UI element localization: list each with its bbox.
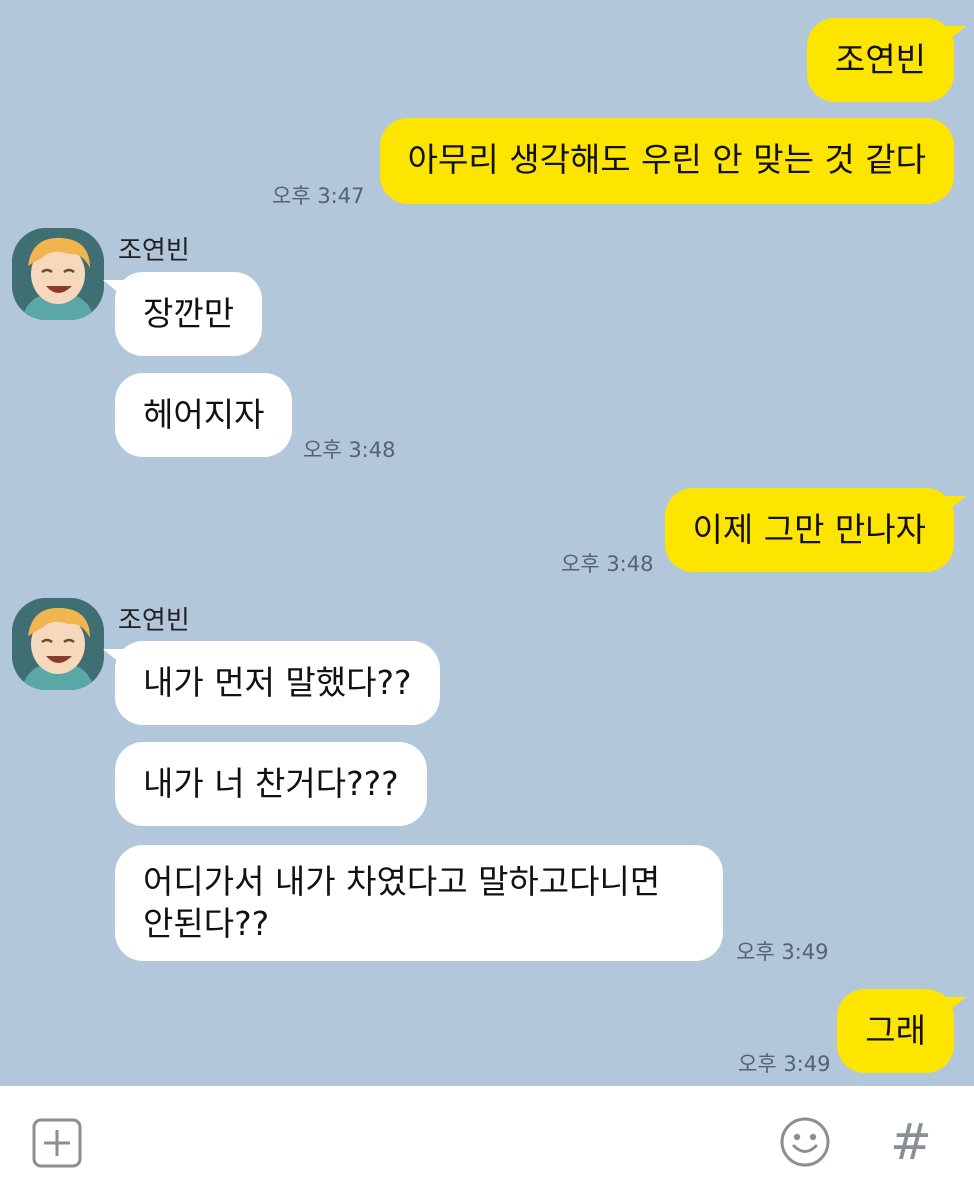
message-bubble-sent[interactable]: 이제 그만 만나자: [664, 488, 966, 572]
message-timestamp: 오후 3:48: [561, 552, 654, 576]
message-timestamp: 오후 3:48: [303, 438, 396, 462]
avatar-image: [12, 598, 104, 690]
contact-name: 조연빈: [118, 606, 190, 636]
message-text: 어디가서 내가 차였다고 말하고다니면 안된다??: [143, 862, 661, 943]
message-text: 그래: [865, 1011, 926, 1050]
message-bubble-received[interactable]: 어디가서 내가 차였다고 말하고다니면 안된다??: [115, 845, 723, 961]
message-timestamp: 오후 3:47: [272, 184, 365, 208]
hashtag-icon[interactable]: #: [890, 1114, 932, 1170]
message-timestamp: 오후 3:49: [738, 1052, 831, 1076]
message-bubble-sent[interactable]: 조연빈: [806, 18, 967, 102]
message-text: 장깐만: [143, 294, 235, 333]
message-bubble-received[interactable]: 장깐만: [102, 272, 263, 356]
contact-name: 조연빈: [118, 236, 190, 266]
avatar[interactable]: [12, 598, 104, 690]
message-bubble-received[interactable]: 헤어지자: [115, 373, 293, 457]
hashtag-glyph: #: [890, 1113, 932, 1171]
message-bubble-sent[interactable]: 그래: [837, 989, 966, 1073]
message-timestamp: 오후 3:49: [736, 940, 829, 964]
message-text: 아무리 생각해도 우린 안 맞는 것 같다: [407, 140, 926, 179]
message-bubble-received[interactable]: 내가 먼저 말했다??: [103, 641, 440, 725]
message-text: 조연빈: [834, 40, 926, 79]
input-bar: #: [0, 1086, 974, 1200]
avatar-image: [12, 228, 104, 320]
message-text: 내가 너 찬거다???: [143, 764, 399, 803]
emoji-icon[interactable]: [778, 1115, 832, 1173]
message-bubble-received[interactable]: 내가 너 찬거다???: [115, 742, 427, 826]
message-bubble-sent[interactable]: 아무리 생각해도 우린 안 맞는 것 같다: [379, 118, 954, 204]
avatar[interactable]: [12, 228, 104, 320]
message-text: 내가 먼저 말했다??: [143, 663, 412, 702]
add-icon[interactable]: [32, 1118, 82, 1172]
message-text: 헤어지자: [143, 395, 265, 434]
chat-area[interactable]: 조연빈 아무리 생각해도 우린 안 맞는 것 같다 오후 3:47 조연빈 장깐…: [0, 0, 974, 1086]
message-text: 이제 그만 만나자: [692, 510, 927, 549]
